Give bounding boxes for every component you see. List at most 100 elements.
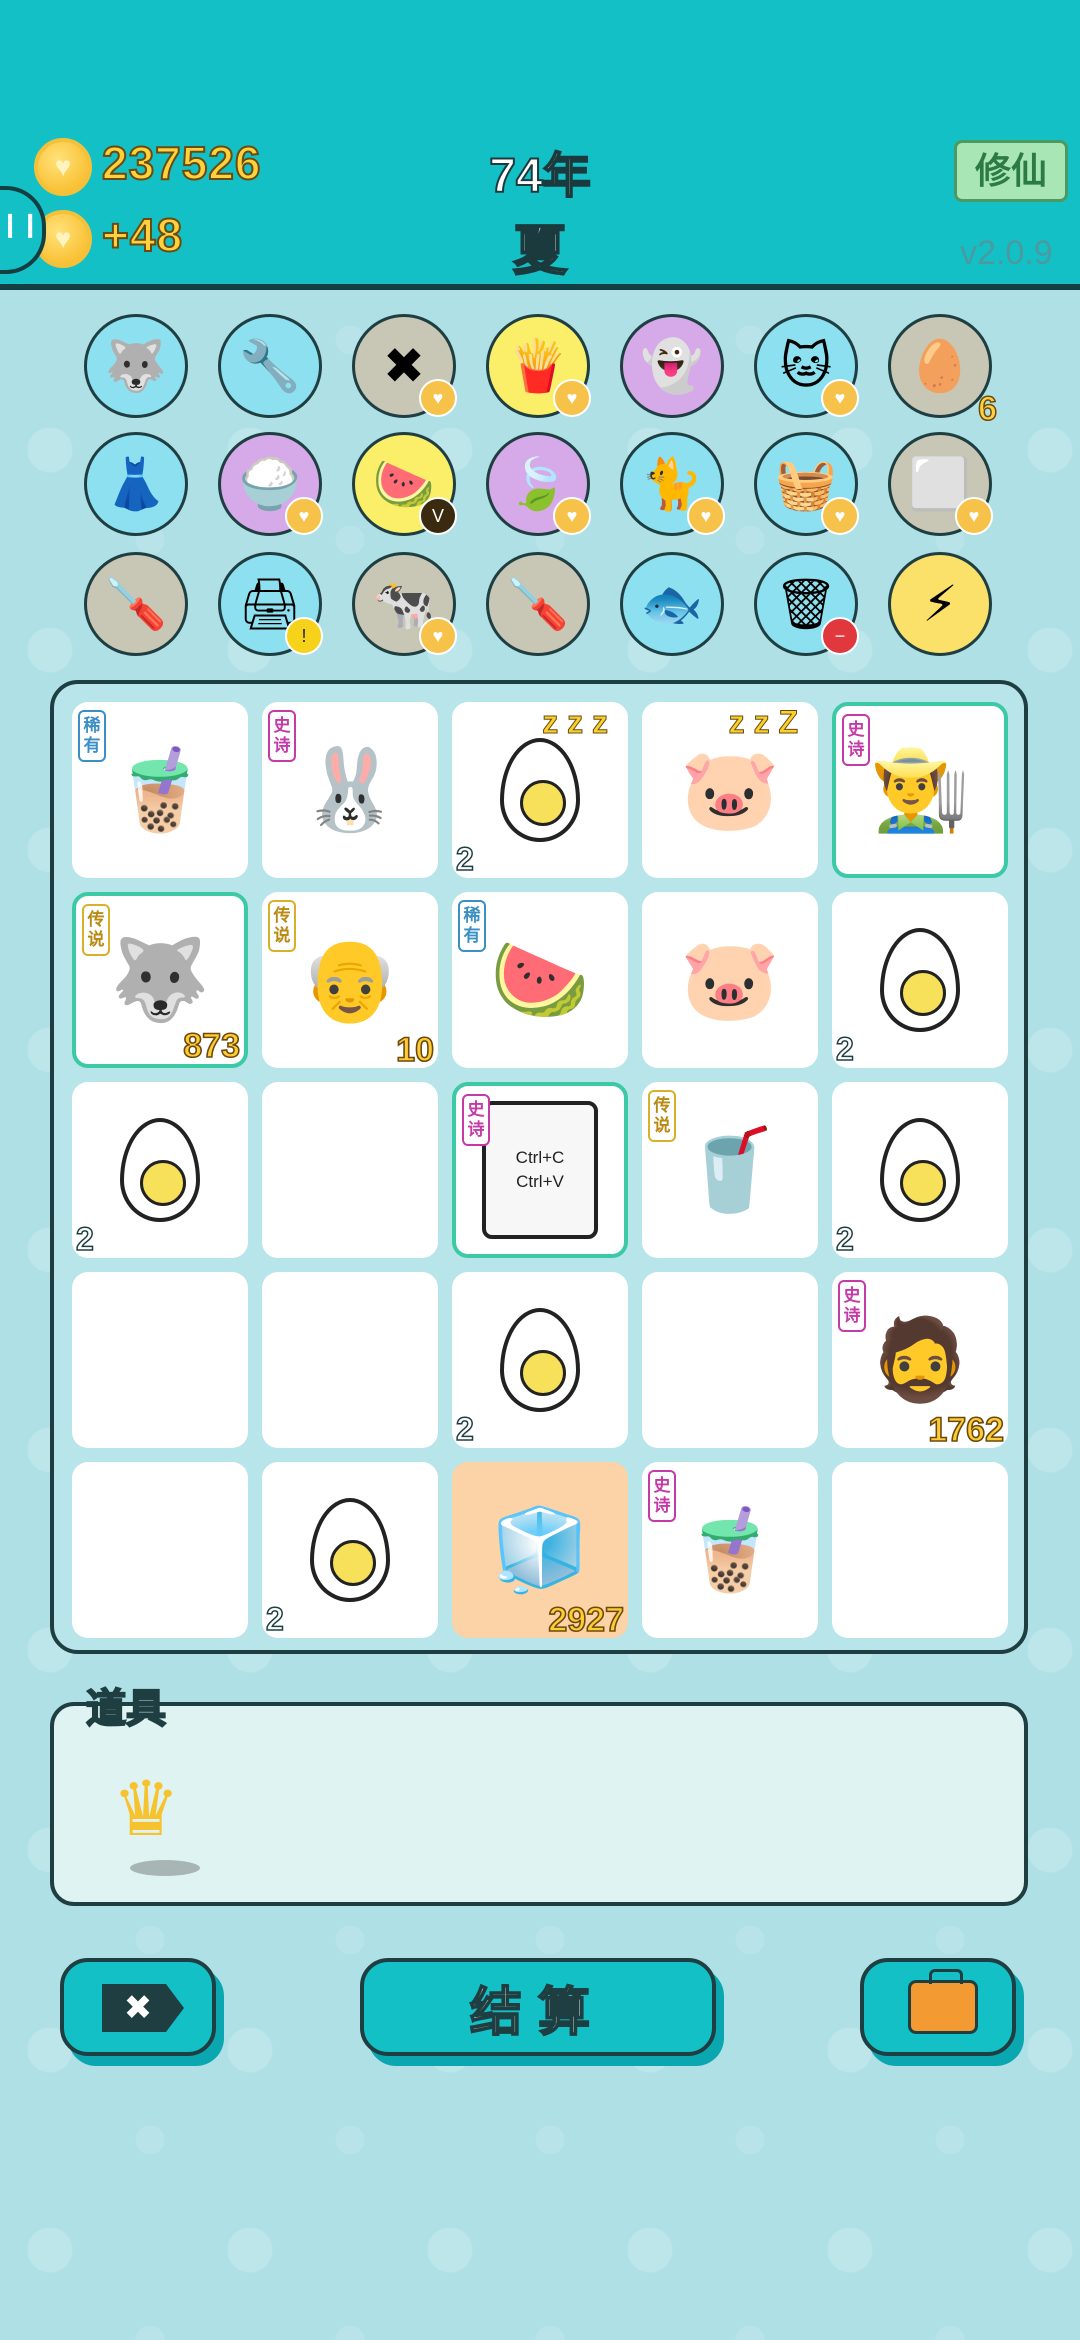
sleeping-zzz-icon: z z Z [728, 704, 798, 741]
heart-badge-icon: ♥ [687, 497, 725, 535]
income-amount: +48 [101, 208, 184, 262]
year-label: 74年 [488, 149, 591, 204]
empty-slot[interactable] [642, 1272, 818, 1448]
top-header: 237526 +48 74年 夏 修仙 v2.0.9 [0, 0, 1080, 290]
crown-icon[interactable]: ♛ [112, 1764, 180, 1853]
sugar-cubes-icon[interactable]: ⬜ ♥ [888, 432, 993, 536]
stack-count: 2 [265, 1600, 284, 1638]
egg-icon [120, 1118, 200, 1222]
cultivation-mode-button[interactable]: 修仙 [954, 140, 1068, 202]
v-badge: V [419, 497, 457, 535]
board-cell[interactable]: 🧋 稀有 [72, 702, 248, 878]
board-cell[interactable]: 👨‍🌾 史诗 [832, 702, 1008, 878]
old-man-glasses-icon: 👴 [300, 935, 400, 1024]
lightning-icon[interactable]: ⚡ [888, 552, 992, 656]
settle-label: 结算 [469, 1983, 606, 2043]
empty-slot[interactable] [262, 1082, 438, 1258]
value-counter: 2927 [548, 1600, 625, 1640]
cat-icon[interactable]: 🐱 ♥ [754, 314, 859, 418]
skip-button[interactable]: ✖ [60, 1958, 216, 2056]
air-pump-icon[interactable]: 🔧 [218, 314, 322, 418]
board-cell[interactable]: 🐷 [642, 892, 818, 1068]
settle-button[interactable]: 结算 [360, 1958, 716, 2056]
board-cell[interactable]: z z z 2 [452, 702, 628, 878]
crown-shadow [130, 1860, 200, 1876]
cat-back-icon[interactable]: 🐈 ♥ [620, 432, 725, 536]
value-counter: 10 [395, 1030, 434, 1070]
empty-slot[interactable] [72, 1272, 248, 1448]
bag-button[interactable] [860, 1958, 1016, 2056]
board-cell[interactable]: 2 [72, 1082, 248, 1258]
empty-slot[interactable] [832, 1462, 1008, 1638]
fruit-basket-icon[interactable]: 🧺 ♥ [754, 432, 859, 536]
value-counter: 873 [182, 1026, 240, 1066]
props-label: 道具 [85, 1686, 167, 1732]
rarity-tag: 史诗 [842, 714, 870, 766]
board-cell[interactable]: 🍉 稀有 [452, 892, 628, 1068]
empty-slot[interactable] [72, 1462, 248, 1638]
leaf-icon[interactable]: 🍃 ♥ [486, 432, 591, 536]
milk-tea-cup-icon: 🧋 [110, 745, 210, 834]
fries-icon[interactable]: 🍟 ♥ [486, 314, 591, 418]
egg-icon [880, 1118, 960, 1222]
rarity-tag: 史诗 [462, 1094, 490, 1146]
cows-icon[interactable]: 🐄 ♥ [352, 552, 457, 656]
card-text: Ctrl+V [516, 1172, 564, 1191]
board-cell[interactable]: 2 [262, 1462, 438, 1638]
bubble-tea-icon: 🥤 [680, 1125, 780, 1214]
version-label: v2.0.9 [960, 234, 1053, 272]
copy-paste-card-icon: Ctrl+C Ctrl+V [482, 1101, 598, 1239]
board-cell[interactable]: 🧊 2927 [452, 1462, 628, 1640]
screwdriver-icon[interactable]: 🪛 [84, 552, 188, 656]
remove-icon: − [821, 617, 859, 655]
heart-badge-icon: ♥ [955, 497, 993, 535]
board-cell[interactable]: 🐷 z z Z [642, 702, 818, 878]
watermelon-icon: 🍉 [490, 935, 590, 1024]
sleeping-zzz-icon: z z z [542, 704, 609, 741]
heart-badge-icon: ♥ [821, 497, 859, 535]
rice-bowl-icon[interactable]: 🍚 ♥ [218, 432, 323, 536]
stack-count: 2 [455, 840, 474, 878]
board-cell[interactable]: Ctrl+C Ctrl+V 史诗 [452, 1082, 628, 1258]
heart-badge-icon: ♥ [821, 379, 859, 417]
board-cell[interactable]: 🐰 史诗 [262, 702, 438, 878]
ghost-icon[interactable]: 👻 [620, 314, 724, 418]
value-counter: 1762 [928, 1410, 1005, 1450]
egg-tray-icon[interactable]: 🥚 6 [888, 314, 998, 429]
board-cell[interactable]: 🧋 史诗 [642, 1462, 818, 1638]
board-cell[interactable]: 2 [832, 892, 1008, 1068]
warning-icon: ! [285, 617, 323, 655]
empty-slot[interactable] [262, 1272, 438, 1448]
screwdriver-icon[interactable]: 🪛 [486, 552, 590, 656]
skirt-icon[interactable]: 👗 [84, 432, 188, 536]
rabbit-house-icon: 🐰 [300, 745, 400, 834]
cancel-tag-icon[interactable]: ✖ ♥ [352, 314, 457, 418]
board-cell[interactable]: 2 [452, 1272, 628, 1448]
coin-icon [34, 138, 92, 196]
egg-icon [310, 1498, 390, 1602]
printer-icon[interactable]: 🖨! [218, 552, 323, 656]
stack-count: 2 [75, 1220, 94, 1258]
fish-tank-icon[interactable]: 🐟 [620, 552, 724, 656]
board-cell[interactable]: 👴 传说 10 [262, 892, 438, 1070]
stack-count: 2 [835, 1030, 854, 1068]
stack-count: 2 [835, 1220, 854, 1258]
season-label: 夏 [512, 220, 568, 282]
rarity-tag: 传说 [648, 1090, 676, 1142]
rarity-tag: 传说 [82, 904, 110, 956]
board-cell[interactable]: 2 [832, 1082, 1008, 1258]
milk-tea-cup-icon: 🧋 [680, 1505, 780, 1594]
board-cell[interactable]: 🐺 传说 873 [72, 892, 248, 1068]
item-count: 6 [977, 389, 997, 429]
trash-bag-icon[interactable]: 🗑 − [754, 552, 859, 656]
board-cell[interactable]: 🥤 传说 [642, 1082, 818, 1258]
heart-badge-icon: ♥ [553, 497, 591, 535]
heart-badge-icon: ♥ [419, 617, 457, 655]
heart-badge-icon: ♥ [553, 379, 591, 417]
rarity-tag: 史诗 [268, 710, 296, 762]
husky-dog-icon[interactable]: 🐺 [84, 314, 188, 418]
husky-king-icon: 🐺 [110, 935, 210, 1024]
board-cell[interactable]: 🧔 史诗 1762 [832, 1272, 1008, 1450]
farmer-face-icon: 👨‍🌾 [870, 745, 970, 834]
fruit-platter-icon[interactable]: 🍉 V [352, 432, 457, 536]
